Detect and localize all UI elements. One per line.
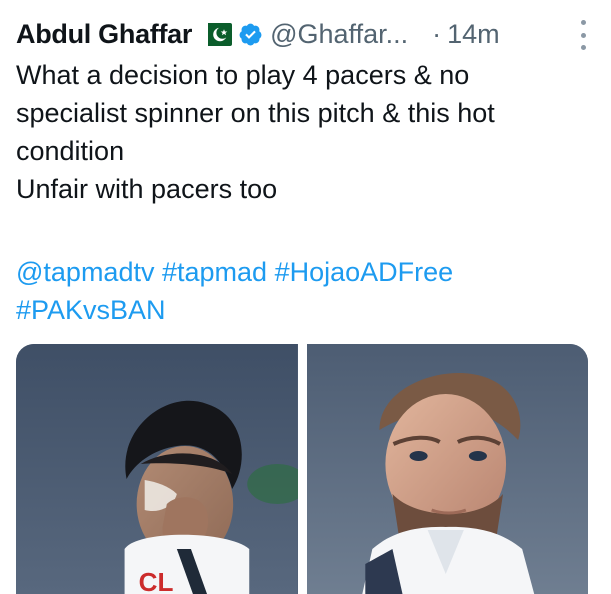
- tweet-text-line: condition: [16, 136, 125, 166]
- more-vertical-icon[interactable]: [573, 20, 593, 50]
- shirt-logo-text: CL: [139, 567, 174, 594]
- tweet-card[interactable]: Abdul Ghaffar @Ghaffar... · 14m What a d…: [0, 0, 611, 594]
- player-photo-right: [306, 344, 588, 594]
- hashtag-link[interactable]: #PAKvsBAN: [16, 295, 166, 325]
- tweet-text-line: Unfair with pacers too: [16, 174, 278, 204]
- mention-link[interactable]: @tapmadtv: [16, 257, 154, 287]
- tweet-mentions-hashtags: @tapmadtv #tapmad #HojaoADFree #PAKvsBAN: [16, 253, 596, 329]
- hashtag-link[interactable]: #tapmad: [162, 257, 267, 287]
- user-handle[interactable]: @Ghaffar...: [270, 19, 408, 50]
- tweet-text: What a decision to play 4 pacers & no sp…: [16, 56, 596, 208]
- timestamp[interactable]: 14m: [447, 19, 500, 50]
- separator-dot: ·: [432, 18, 442, 49]
- hashtag-link[interactable]: #HojaoADFree: [275, 257, 454, 287]
- tweet-text-line: specialist spinner on this pitch & this …: [16, 98, 495, 128]
- tweet-photo-left[interactable]: CL: [16, 344, 298, 594]
- tweet-text-line: What a decision to play 4 pacers & no: [16, 60, 470, 90]
- display-name[interactable]: Abdul Ghaffar: [16, 19, 192, 50]
- tweet-photo-right[interactable]: [306, 344, 588, 594]
- player-photo-left: CL: [16, 344, 298, 594]
- verified-badge-icon: [238, 22, 263, 47]
- tweet-media-grid: CL: [16, 344, 588, 594]
- pakistan-flag-icon: [200, 22, 233, 46]
- tweet-header: Abdul Ghaffar @Ghaffar... · 14m: [16, 14, 595, 54]
